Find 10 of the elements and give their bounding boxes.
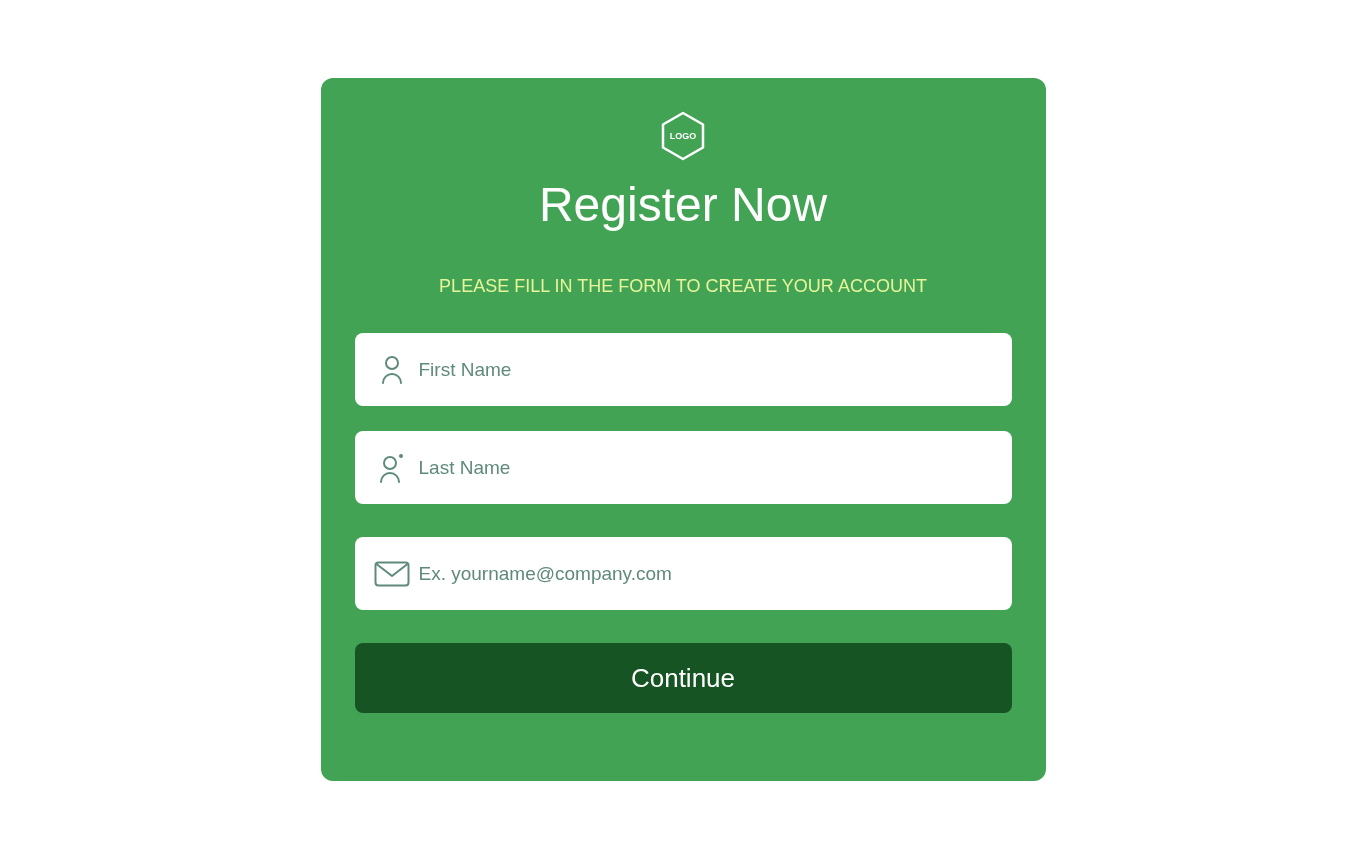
person-icon bbox=[379, 354, 404, 385]
continue-button[interactable]: Continue bbox=[354, 643, 1012, 713]
person-icon bbox=[378, 452, 405, 483]
envelope-icon bbox=[373, 560, 410, 587]
input-field[interactable]: First Name bbox=[354, 333, 1012, 406]
form-subtitle: PLEASE FILL IN THE FORM TO CREATE YOUR ACCOUNT bbox=[439, 277, 927, 295]
input-field[interactable]: Ex. yourname@company.com bbox=[354, 537, 1012, 610]
logo-icon: LOGO bbox=[660, 111, 706, 161]
form-title: Register Now bbox=[538, 181, 828, 229]
input-field[interactable]: Last Name bbox=[354, 431, 1012, 504]
